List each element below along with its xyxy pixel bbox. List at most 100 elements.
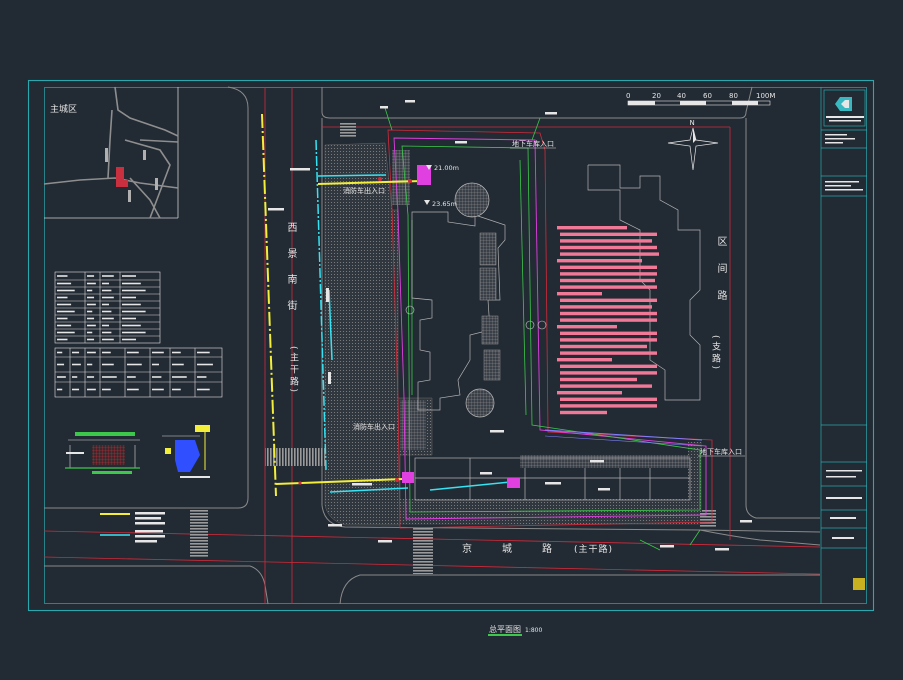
title-text-bar: [825, 189, 863, 191]
table-cell-text: [197, 388, 210, 391]
west-street-name: 西景南街: [285, 222, 296, 326]
table-cell-text: [127, 363, 142, 366]
table-cell-text: [72, 388, 80, 391]
table-cell-text: [102, 351, 111, 354]
annotation-text: [715, 548, 729, 551]
design-note-line: [560, 338, 657, 342]
design-note-line: [560, 351, 657, 355]
table-cell-text: [87, 310, 93, 313]
table-cell-text: [87, 324, 96, 327]
north-arrow-fill-icon: [693, 128, 696, 143]
table-cell-text: [197, 351, 210, 354]
valve-node: [298, 481, 302, 485]
table-cell-text: [87, 317, 95, 320]
tank-header-bar: [195, 425, 210, 432]
fire-entry-south-label: 消防车出入口: [353, 422, 395, 431]
podium-label: [598, 488, 610, 491]
design-note-line: [560, 311, 657, 316]
round-pavilion: [465, 388, 495, 418]
skylight: [481, 315, 499, 345]
crosswalk: [700, 510, 716, 528]
table-cell-text: [102, 296, 114, 299]
leader-line: [689, 529, 701, 546]
table-cell-text: [102, 282, 109, 285]
table-cell-text: [57, 282, 72, 285]
design-note-line: [560, 272, 657, 276]
tank-note: [180, 476, 210, 478]
title-text-bar: [825, 181, 859, 183]
table-cell-text: [57, 388, 63, 391]
skylight: [483, 349, 501, 381]
design-note-line: [560, 305, 652, 309]
title-text-bar: [829, 120, 861, 122]
valve-node: [395, 478, 399, 482]
legend-text: [135, 530, 163, 533]
parking-row: [520, 455, 690, 468]
table-cell-text: [57, 275, 68, 277]
skylight: [479, 267, 497, 301]
inset-street-label: [143, 150, 146, 160]
annotation-text: [326, 288, 329, 302]
elevation-label: 21.00m: [434, 164, 459, 172]
table-cell-text: [122, 338, 136, 341]
table-cell-text: [57, 324, 72, 327]
table-cell-text: [87, 388, 96, 391]
table-cell-text: [122, 303, 141, 306]
scale-bar-label: 100M: [756, 92, 775, 100]
design-notes-block: [557, 226, 659, 415]
table-cell-text: [122, 282, 141, 285]
table-cell-text: [102, 303, 109, 306]
table-cell-text: [57, 351, 63, 354]
design-note-line: [557, 325, 617, 329]
table-cell-text: [87, 338, 95, 341]
design-note-line: [560, 397, 657, 401]
annotation-text: [455, 141, 467, 144]
table-cell-text: [72, 376, 78, 378]
bottom-right-block-edge: [339, 574, 820, 605]
location-inset-map: 主城区: [43, 86, 179, 219]
table-cell-text: [57, 303, 72, 306]
table-cell-text: [172, 376, 187, 378]
annotation-text: [328, 524, 342, 527]
cad-drawing-viewport[interactable]: 主城区 N 0 20 40 60 80 100M 地下车库入口 地下车库入口 消…: [0, 0, 903, 680]
bottom-left-block-edge: [44, 565, 269, 605]
title-text-bar: [825, 134, 847, 136]
table-cell-text: [122, 275, 136, 277]
green-path: [519, 159, 527, 416]
podium-label: [480, 472, 492, 475]
annotation-text: [352, 483, 372, 486]
scale-bar-segment: [732, 101, 758, 105]
inset-street-label: [128, 190, 131, 202]
title-text-bar: [826, 116, 864, 118]
table-cell-text: [152, 388, 164, 391]
annotation-text: [328, 372, 331, 384]
title-text-bar: [826, 470, 862, 472]
south-street-north-edge: [699, 529, 821, 546]
legend-text: [135, 535, 165, 538]
design-note-line: [560, 331, 657, 335]
underground-garage-line: [544, 435, 703, 447]
table-cell-text: [87, 331, 93, 334]
annotation-text: [660, 545, 674, 548]
property-red-line: [387, 129, 713, 529]
table-cell-text: [57, 289, 75, 292]
scale-bar-segment: [680, 101, 706, 105]
table-cell-text: [57, 310, 75, 313]
pipe-trench-hatch: [92, 445, 125, 465]
annotation-text: [290, 168, 310, 171]
inset-map-label: 主城区: [50, 103, 77, 115]
elevation-label: 23.65m: [432, 200, 457, 208]
title-text-bar: [825, 185, 851, 187]
inset-road: [107, 109, 113, 179]
crosswalk: [190, 510, 208, 558]
site-boundaries: [387, 129, 713, 529]
table-cell-text: [102, 338, 114, 341]
design-note-line: [560, 298, 657, 302]
table-cell-text: [87, 282, 96, 285]
north-arrow-label: N: [690, 119, 695, 127]
legend-tables: [54, 271, 223, 398]
south-street-name: 京城路: [462, 544, 582, 555]
annotation-text: [378, 540, 392, 543]
title-block: [821, 89, 867, 590]
podium-label: [590, 460, 604, 463]
